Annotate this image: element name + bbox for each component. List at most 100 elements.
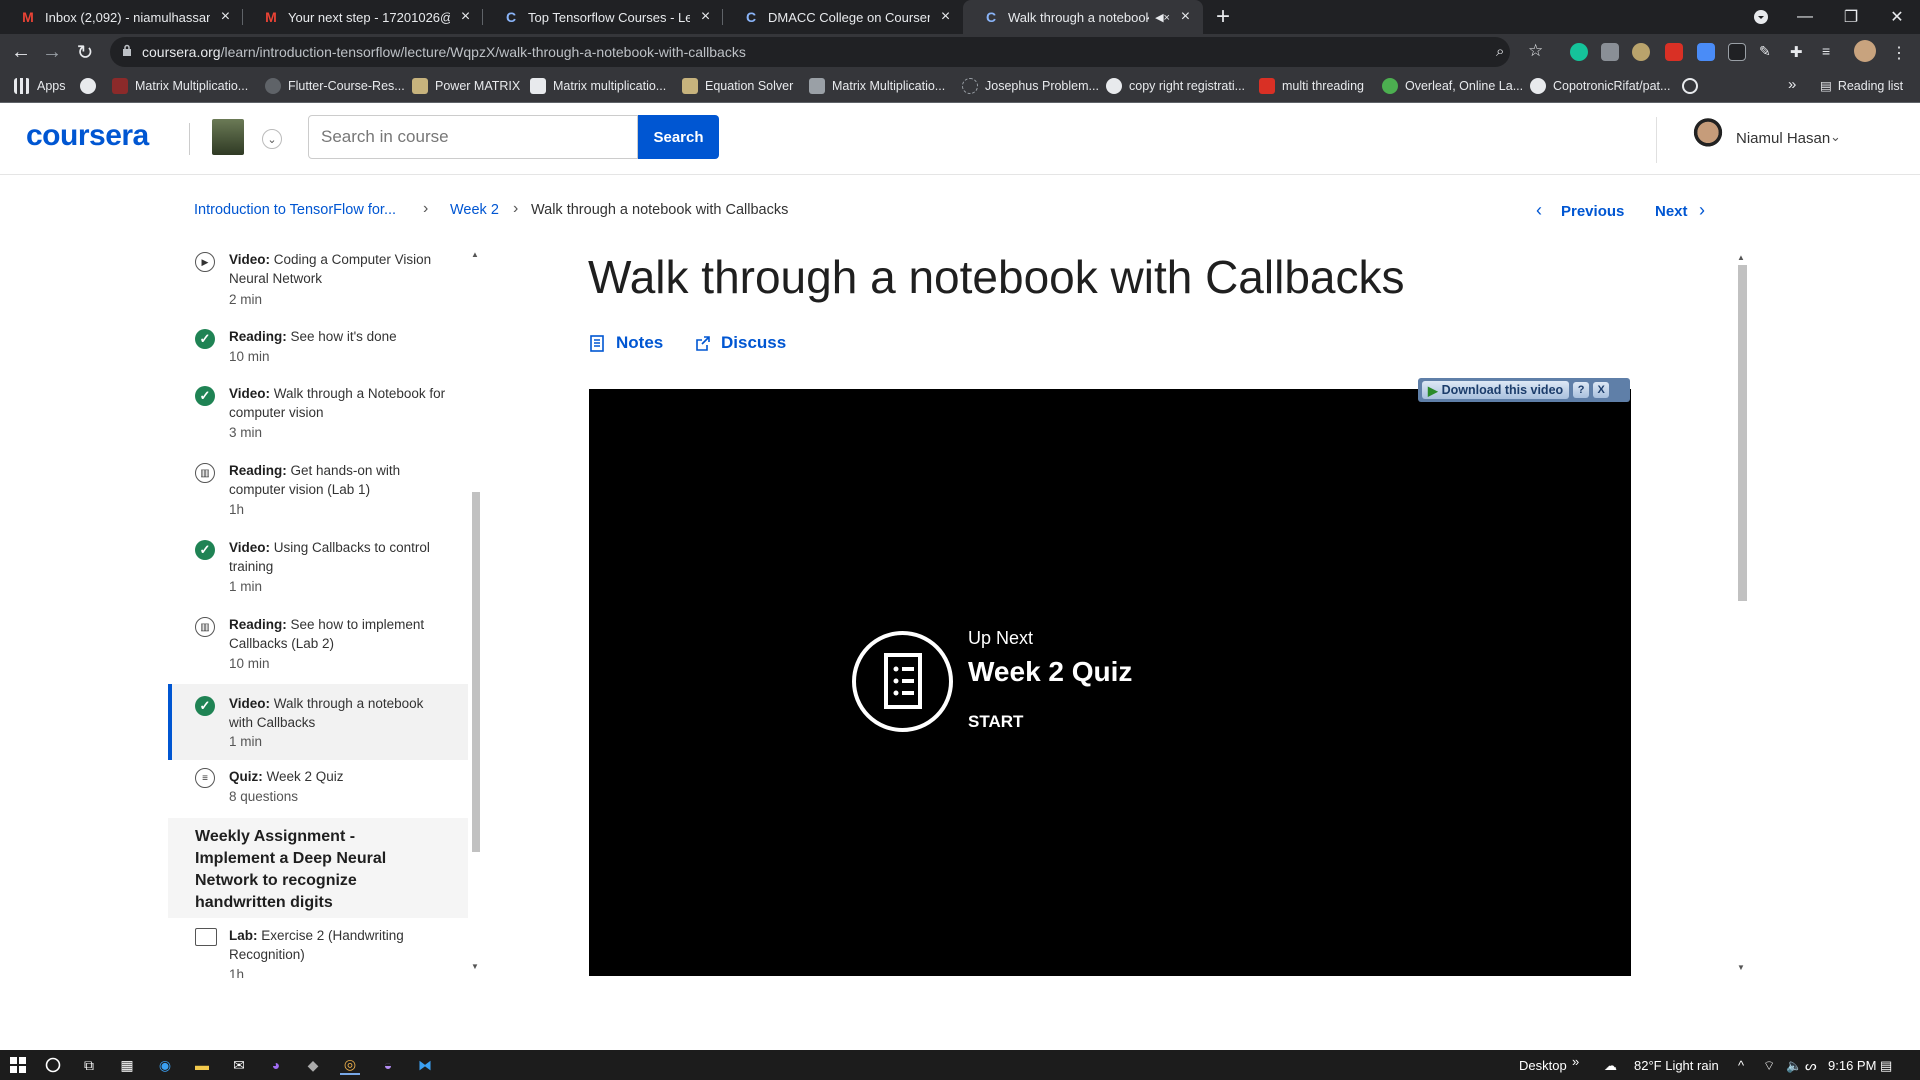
- sidebar-item-lab[interactable]: Lab: Exercise 2 (Handwriting Recognition…: [168, 924, 468, 978]
- app-icon[interactable]: ◒: [378, 1055, 398, 1075]
- bookmark-item[interactable]: Power MATRIX: [412, 78, 520, 94]
- scroll-down-icon[interactable]: ▼: [471, 962, 479, 971]
- language-icon[interactable]: ᔕ: [1805, 1058, 1817, 1074]
- bookmark-item[interactable]: Overleaf, Online La...: [1382, 78, 1523, 94]
- scrollbar-thumb[interactable]: [1738, 265, 1747, 601]
- bookmark-item[interactable]: Equation Solver: [682, 78, 793, 94]
- weather-icon[interactable]: ☁: [1604, 1058, 1617, 1074]
- browser-tab[interactable]: M Your next step - 17201026@uap- ×: [243, 0, 483, 34]
- breadcrumb-course[interactable]: Introduction to TensorFlow for...: [194, 202, 396, 218]
- close-icon[interactable]: ×: [698, 8, 713, 26]
- chevron-down-icon[interactable]: ⌄: [1830, 129, 1841, 145]
- restore-icon[interactable]: ❐: [1828, 0, 1874, 34]
- minimize-icon[interactable]: —: [1782, 0, 1828, 34]
- more-toolbar-icon[interactable]: »: [1572, 1054, 1579, 1069]
- edge-icon[interactable]: ◉: [155, 1055, 175, 1075]
- more-bookmarks-button[interactable]: »: [1788, 76, 1796, 93]
- coursera-logo[interactable]: coursera: [26, 119, 149, 153]
- previous-button[interactable]: Previous: [1561, 203, 1624, 220]
- bookmark-item[interactable]: CopotronicRifat/pat...: [1530, 78, 1670, 94]
- bookmark-item[interactable]: [80, 78, 103, 94]
- discuss-button[interactable]: Discuss: [695, 333, 786, 353]
- scrollbar-thumb[interactable]: [472, 492, 480, 852]
- messenger-icon[interactable]: ◕: [266, 1055, 286, 1075]
- scroll-up-icon[interactable]: ▲: [1737, 253, 1745, 262]
- scroll-up-icon[interactable]: ▲: [471, 250, 479, 259]
- system-tray-chevron-icon[interactable]: ^: [1738, 1058, 1744, 1073]
- quiz-list-icon[interactable]: [852, 631, 953, 732]
- profile-menu-icon[interactable]: [1738, 0, 1784, 34]
- forward-icon[interactable]: →: [40, 40, 64, 64]
- breadcrumb-week[interactable]: Week 2: [450, 202, 499, 218]
- sidebar-scrollbar[interactable]: ▲ ▼: [470, 248, 482, 978]
- browser-tab[interactable]: C Top Tensorflow Courses - Learn T ×: [483, 0, 723, 34]
- bookmark-extension-icon[interactable]: [1665, 43, 1683, 61]
- window-close-icon[interactable]: ✕: [1874, 0, 1920, 34]
- notifications-icon[interactable]: ▤: [1880, 1058, 1892, 1074]
- camera-extension-icon[interactable]: [1601, 43, 1619, 61]
- search-button[interactable]: Search: [638, 115, 719, 159]
- bookmark-item[interactable]: [1682, 78, 1705, 94]
- bookmark-item[interactable]: Matrix Multiplicatio...: [112, 78, 248, 94]
- close-icon[interactable]: ×: [458, 8, 473, 26]
- chrome-icon[interactable]: ◎: [340, 1055, 360, 1075]
- media-control-icon[interactable]: ≡: [1822, 43, 1840, 61]
- close-icon[interactable]: ×: [218, 8, 233, 26]
- calculator-icon[interactable]: ▦: [117, 1055, 137, 1075]
- chevron-down-icon[interactable]: ⌄: [262, 129, 282, 149]
- clock[interactable]: 9:16 PM: [1828, 1058, 1876, 1073]
- sidebar-item-reading[interactable]: ▥ Reading: See how to implement Callback…: [168, 613, 468, 685]
- new-tab-button[interactable]: +: [1216, 3, 1230, 31]
- close-icon[interactable]: ×: [1178, 8, 1193, 26]
- reading-list-button[interactable]: ▤ Reading list: [1820, 78, 1903, 94]
- zoom-icon[interactable]: ⌕: [1496, 43, 1504, 60]
- desktop-toolbar-label[interactable]: Desktop: [1519, 1058, 1567, 1073]
- browser-tab[interactable]: M Inbox (2,092) - niamulhassan64@ ×: [0, 0, 243, 34]
- search-icon[interactable]: [43, 1055, 63, 1075]
- up-next-title[interactable]: Week 2 Quiz: [968, 656, 1132, 688]
- sidebar-item-current[interactable]: ✓ Video: Walk through a notebook with Ca…: [168, 684, 468, 760]
- more-menu-icon[interactable]: ⋮: [1890, 43, 1908, 62]
- bookmark-item[interactable]: Flutter-Course-Res...: [265, 78, 405, 94]
- course-thumbnail[interactable]: [212, 119, 244, 155]
- grammarly-extension-icon[interactable]: [1570, 43, 1588, 61]
- task-view-icon[interactable]: ⧉: [79, 1055, 99, 1075]
- weather-text[interactable]: 82°F Light rain: [1634, 1058, 1719, 1073]
- bookmark-item[interactable]: Josephus Problem...: [962, 78, 1099, 94]
- download-video-button[interactable]: ▶ Download this video: [1422, 381, 1570, 399]
- bookmark-apps[interactable]: Apps: [14, 78, 66, 94]
- sidebar-item-video[interactable]: ▶ Video: Coding a Computer Vision Neural…: [168, 248, 468, 320]
- reload-icon[interactable]: ↻: [73, 40, 97, 64]
- sidebar-item-quiz[interactable]: ≡ Quiz: Week 2 Quiz 8 questions: [168, 765, 468, 817]
- file-explorer-icon[interactable]: ▬: [192, 1055, 212, 1075]
- help-icon[interactable]: ?: [1573, 382, 1590, 398]
- close-icon[interactable]: X: [1593, 382, 1610, 398]
- network-icon[interactable]: ⌔: [1763, 1058, 1775, 1074]
- back-icon[interactable]: ←: [9, 40, 33, 64]
- volume-icon[interactable]: 🔈: [1786, 1058, 1802, 1074]
- puzzle-extensions-icon[interactable]: ✚: [1790, 43, 1808, 61]
- avatar[interactable]: [1688, 117, 1728, 161]
- mail-icon[interactable]: ✉: [229, 1055, 249, 1075]
- next-button[interactable]: Next: [1655, 203, 1688, 220]
- bookmark-item[interactable]: copy right registrati...: [1106, 78, 1245, 94]
- vscode-icon[interactable]: ⧓: [415, 1055, 435, 1075]
- sidebar-item-reading[interactable]: ✓ Reading: See how it's done 10 min: [168, 325, 468, 381]
- sidebar-group-header[interactable]: Weekly Assignment - Implement a Deep Neu…: [168, 818, 468, 918]
- user-name[interactable]: Niamul Hasan: [1736, 130, 1830, 147]
- bookmark-star-icon[interactable]: ☆: [1528, 41, 1543, 61]
- pen-extension-icon[interactable]: ✎: [1759, 43, 1777, 61]
- sidebar-item-reading[interactable]: ▥ Reading: Get hands-on with computer vi…: [168, 459, 468, 531]
- chevron-right-icon[interactable]: ›: [1699, 200, 1705, 221]
- browser-tab[interactable]: C DMACC College on Coursera | Co ×: [723, 0, 963, 34]
- speaker-muted-icon[interactable]: ◀×: [1155, 11, 1170, 24]
- bookmark-item[interactable]: Matrix multiplicatio...: [530, 78, 666, 94]
- browser-tab-active[interactable]: C Walk through a notebook wi ◀× ×: [963, 0, 1203, 34]
- windows-start-icon[interactable]: [8, 1055, 28, 1075]
- main-scrollbar[interactable]: ▲ ▼: [1736, 251, 1748, 977]
- extension-icon[interactable]: [1632, 43, 1650, 61]
- sidebar-item-video[interactable]: ✓ Video: Walk through a Notebook for com…: [168, 382, 468, 454]
- notes-button[interactable]: Notes: [590, 333, 663, 353]
- app-icon[interactable]: ◆: [303, 1055, 323, 1075]
- bookmark-item[interactable]: Matrix Multiplicatio...: [809, 78, 945, 94]
